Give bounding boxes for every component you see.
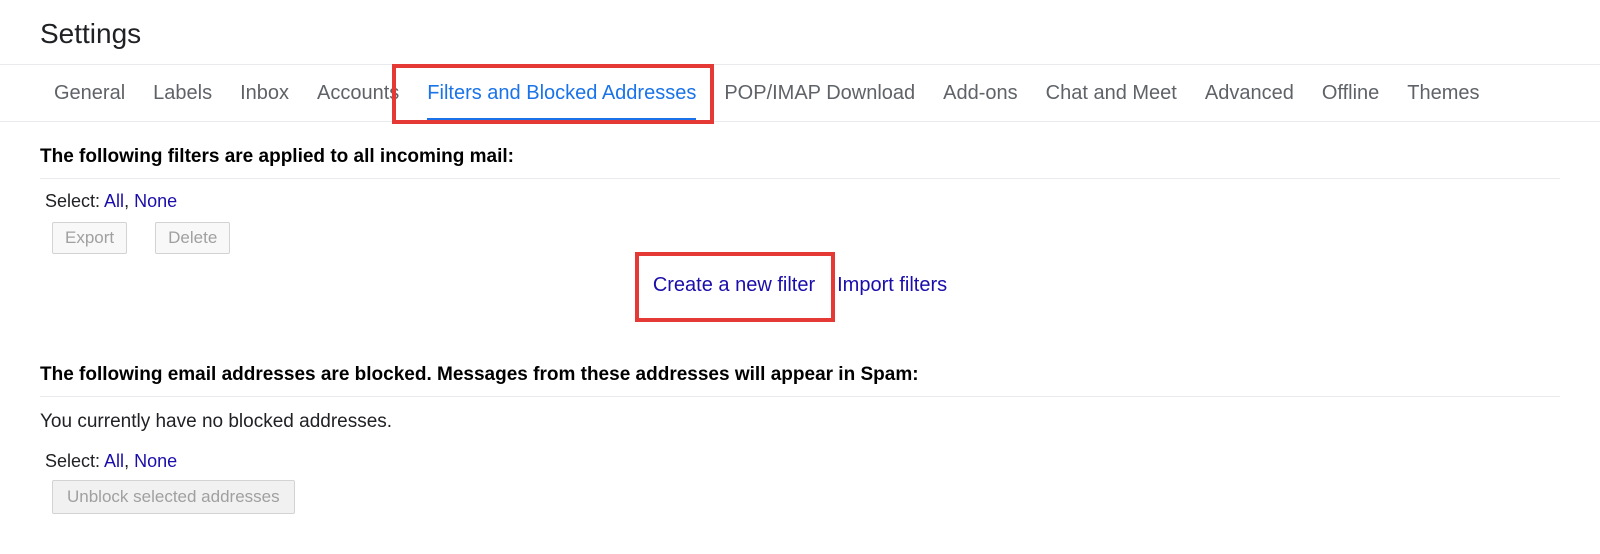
- tab-themes[interactable]: Themes: [1393, 66, 1493, 121]
- tab-labels[interactable]: Labels: [139, 66, 226, 121]
- divider: [40, 178, 1560, 179]
- divider: [40, 396, 1560, 397]
- create-new-filter-link[interactable]: Create a new filter: [653, 274, 815, 297]
- tab-offline[interactable]: Offline: [1308, 66, 1393, 121]
- select-none-link[interactable]: None: [134, 191, 177, 211]
- select-label: Select:: [45, 191, 104, 211]
- filters-select-row: Select: All, None: [45, 191, 1560, 212]
- blocked-select-all-link[interactable]: All: [104, 451, 124, 471]
- settings-tabs: General Labels Inbox Accounts Filters an…: [0, 64, 1600, 122]
- tab-accounts[interactable]: Accounts: [303, 66, 413, 121]
- blocked-select-none-link[interactable]: None: [134, 451, 177, 471]
- unblock-selected-button[interactable]: Unblock selected addresses: [52, 480, 295, 514]
- filter-action-links: Create a new filter Import filters: [40, 274, 1560, 314]
- select-separator: ,: [124, 191, 134, 211]
- tab-pop-imap-download[interactable]: POP/IMAP Download: [710, 66, 929, 121]
- page-title: Settings: [40, 18, 1560, 50]
- blocked-select-row: Select: All, None: [45, 451, 1560, 472]
- tab-add-ons[interactable]: Add-ons: [929, 66, 1032, 121]
- select-separator: ,: [124, 451, 134, 471]
- tab-chat-and-meet[interactable]: Chat and Meet: [1032, 66, 1191, 121]
- select-label: Select:: [45, 451, 104, 471]
- blocked-empty-message: You currently have no blocked addresses.: [40, 411, 1560, 433]
- select-all-link[interactable]: All: [104, 191, 124, 211]
- filters-section-heading: The following filters are applied to all…: [40, 146, 1560, 168]
- tab-inbox[interactable]: Inbox: [226, 66, 303, 121]
- delete-button[interactable]: Delete: [155, 222, 230, 254]
- import-filters-link[interactable]: Import filters: [837, 274, 947, 297]
- blocked-section-heading: The following email addresses are blocke…: [40, 364, 1560, 386]
- tab-advanced[interactable]: Advanced: [1191, 66, 1308, 121]
- tab-filters-and-blocked-addresses[interactable]: Filters and Blocked Addresses: [413, 66, 710, 121]
- export-button[interactable]: Export: [52, 222, 127, 254]
- tab-general[interactable]: General: [40, 66, 139, 121]
